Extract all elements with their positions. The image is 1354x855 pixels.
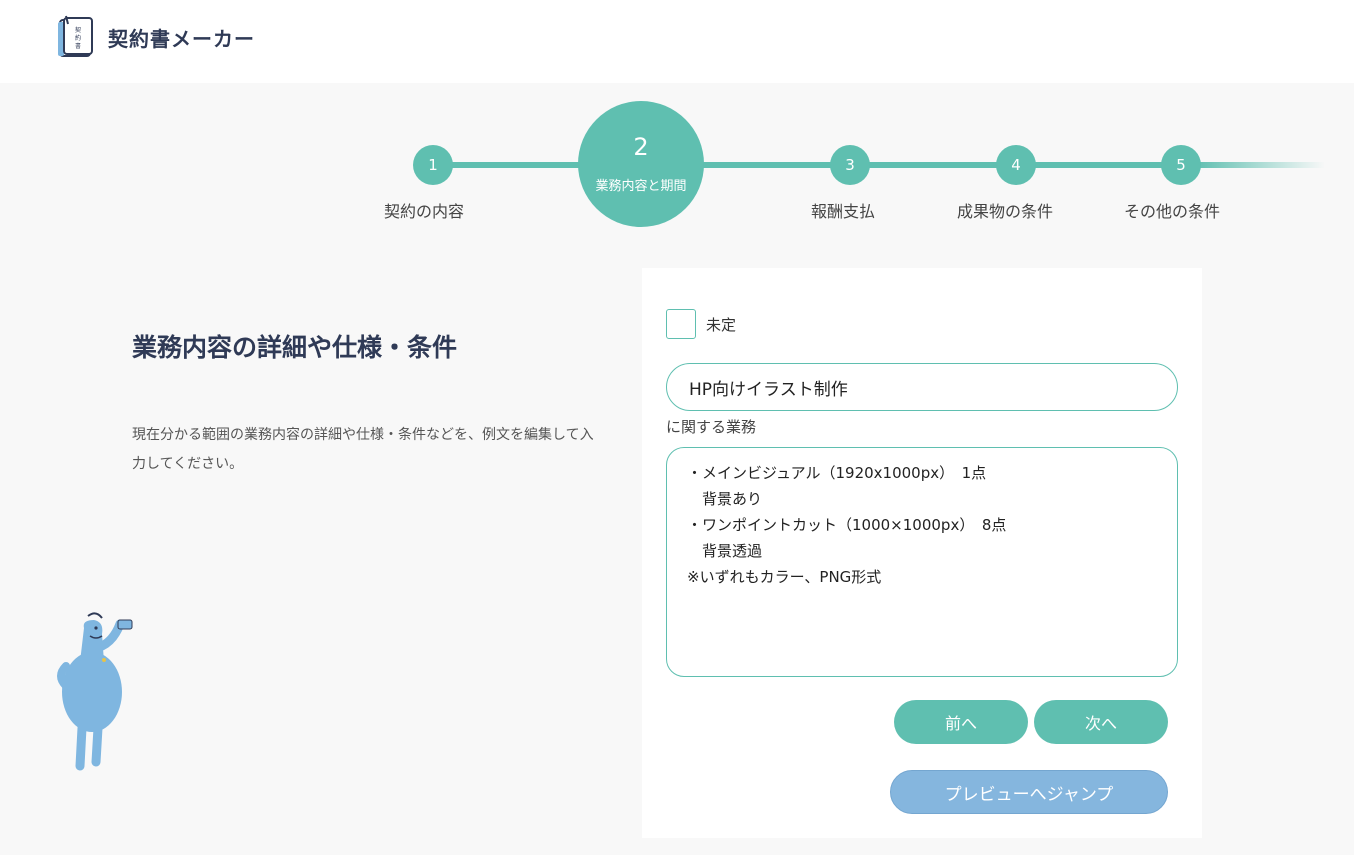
step-3-label[interactable]: 報酬支払 [811,198,875,222]
contract-book-icon: 契 約 書 [58,15,93,57]
stepper-line [690,162,1195,168]
header: 契 約 書 契約書メーカー [0,0,1354,83]
next-button[interactable]: 次へ [1034,700,1168,744]
prev-button[interactable]: 前へ [894,700,1028,744]
step-2-active[interactable]: 2 業務内容と期間 [578,101,704,227]
undecided-checkbox[interactable] [666,309,696,339]
section-description: 現在分かる範囲の業務内容の詳細や仕様・条件などを、例文を編集して入力してください… [132,427,594,472]
subject-input[interactable] [666,363,1178,411]
app-title: 契約書メーカー [108,26,255,51]
form-panel: 未定 に関する業務 ・メインビジュアル（1920x1000px） 1点 背景あり… [642,268,1202,838]
step-5-label[interactable]: その他の条件 [1124,198,1220,222]
undecided-checkbox-row[interactable]: 未定 [666,309,736,339]
step-3-dot[interactable]: 3 [830,145,870,185]
preview-jump-button[interactable]: プレビューへジャンプ [890,770,1168,814]
step-2-label: 業務内容と期間 [595,179,687,194]
step-4-label[interactable]: 成果物の条件 [957,198,1053,222]
mascot-illustration [57,612,133,771]
logo-badge-char-1: 契 [75,26,81,34]
step-1-dot[interactable]: 1 [413,145,453,185]
step-5-dot[interactable]: 5 [1161,145,1201,185]
step-4-dot[interactable]: 4 [996,145,1036,185]
stepper-line [433,162,593,168]
subject-suffix-label: に関する業務 [666,418,757,436]
section-title: 業務内容の詳細や仕様・条件 [132,333,458,362]
step-2-number: 2 [633,133,649,161]
stepper-line-fade [1195,162,1325,168]
undecided-checkbox-label: 未定 [706,315,737,334]
app-logo[interactable]: 契 約 書 契約書メーカー [56,14,255,60]
logo-badge-char-3: 書 [75,42,81,50]
step-1-label[interactable]: 契約の内容 [384,198,464,222]
logo-badge-char-2: 約 [75,34,81,42]
details-textarea[interactable]: ・メインビジュアル（1920x1000px） 1点 背景あり ・ワンポイントカッ… [666,447,1178,677]
